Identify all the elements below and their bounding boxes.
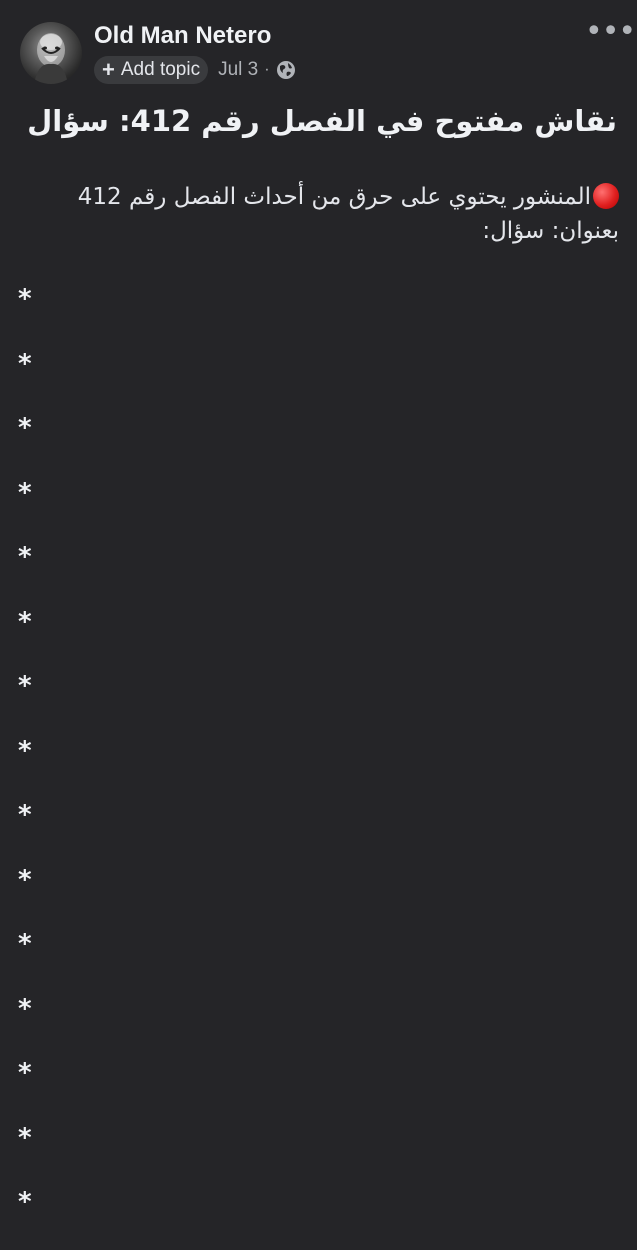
spoiler-star: * — [18, 413, 32, 443]
post-body-line-2: بعنوان: سؤال: — [482, 218, 619, 244]
post-date[interactable]: Jul 3 — [218, 59, 258, 81]
spoiler-star: * — [18, 671, 32, 701]
post-body: المنشور يحتوي على حرق من أحداث الفصل رقم… — [60, 180, 619, 248]
post-header: Old Man Netero + Add topic Jul 3 · ••• — [20, 17, 636, 86]
spoiler-star: * — [18, 929, 32, 959]
post-body-line-1: المنشور يحتوي على حرق من أحداث الفصل رقم… — [60, 180, 619, 214]
globe-icon[interactable] — [276, 60, 296, 80]
spoiler-star: * — [18, 284, 32, 314]
post-body-line-1-text: المنشور يحتوي على حرق من أحداث الفصل رقم… — [77, 184, 591, 210]
plus-icon: + — [102, 57, 115, 82]
spoiler-star: * — [18, 993, 32, 1024]
spoiler-star: * — [18, 1122, 32, 1153]
spoiler-star: * — [18, 864, 32, 895]
post-meta: + Add topic Jul 3 · — [94, 56, 296, 84]
spoiler-star: * — [18, 735, 32, 766]
avatar-image-icon — [34, 33, 68, 84]
spoiler-star: * — [18, 1058, 32, 1088]
add-topic-label: Add topic — [120, 59, 201, 80]
red-circle-emoji-icon — [593, 183, 619, 209]
meta-separator: · — [264, 61, 270, 78]
spoiler-star: * — [18, 606, 32, 637]
spoiler-star: * — [18, 1187, 32, 1217]
spoiler-star: * — [18, 542, 32, 572]
more-options-icon[interactable]: ••• — [585, 17, 636, 48]
post-title: نقاش مفتوح في الفصل رقم 412: سؤال — [27, 104, 617, 138]
spoiler-spacer: * * * * * * * * * * * * * * * — [18, 282, 58, 1250]
add-topic-button[interactable]: + Add topic — [94, 56, 209, 84]
avatar[interactable] — [20, 22, 82, 84]
spoiler-star: * — [18, 800, 32, 830]
spoiler-star: * — [18, 477, 32, 508]
post-card: Old Man Netero + Add topic Jul 3 · ••• ن… — [0, 0, 637, 1218]
author-name[interactable]: Old Man Netero — [94, 22, 271, 50]
spoiler-star: * — [18, 348, 32, 379]
